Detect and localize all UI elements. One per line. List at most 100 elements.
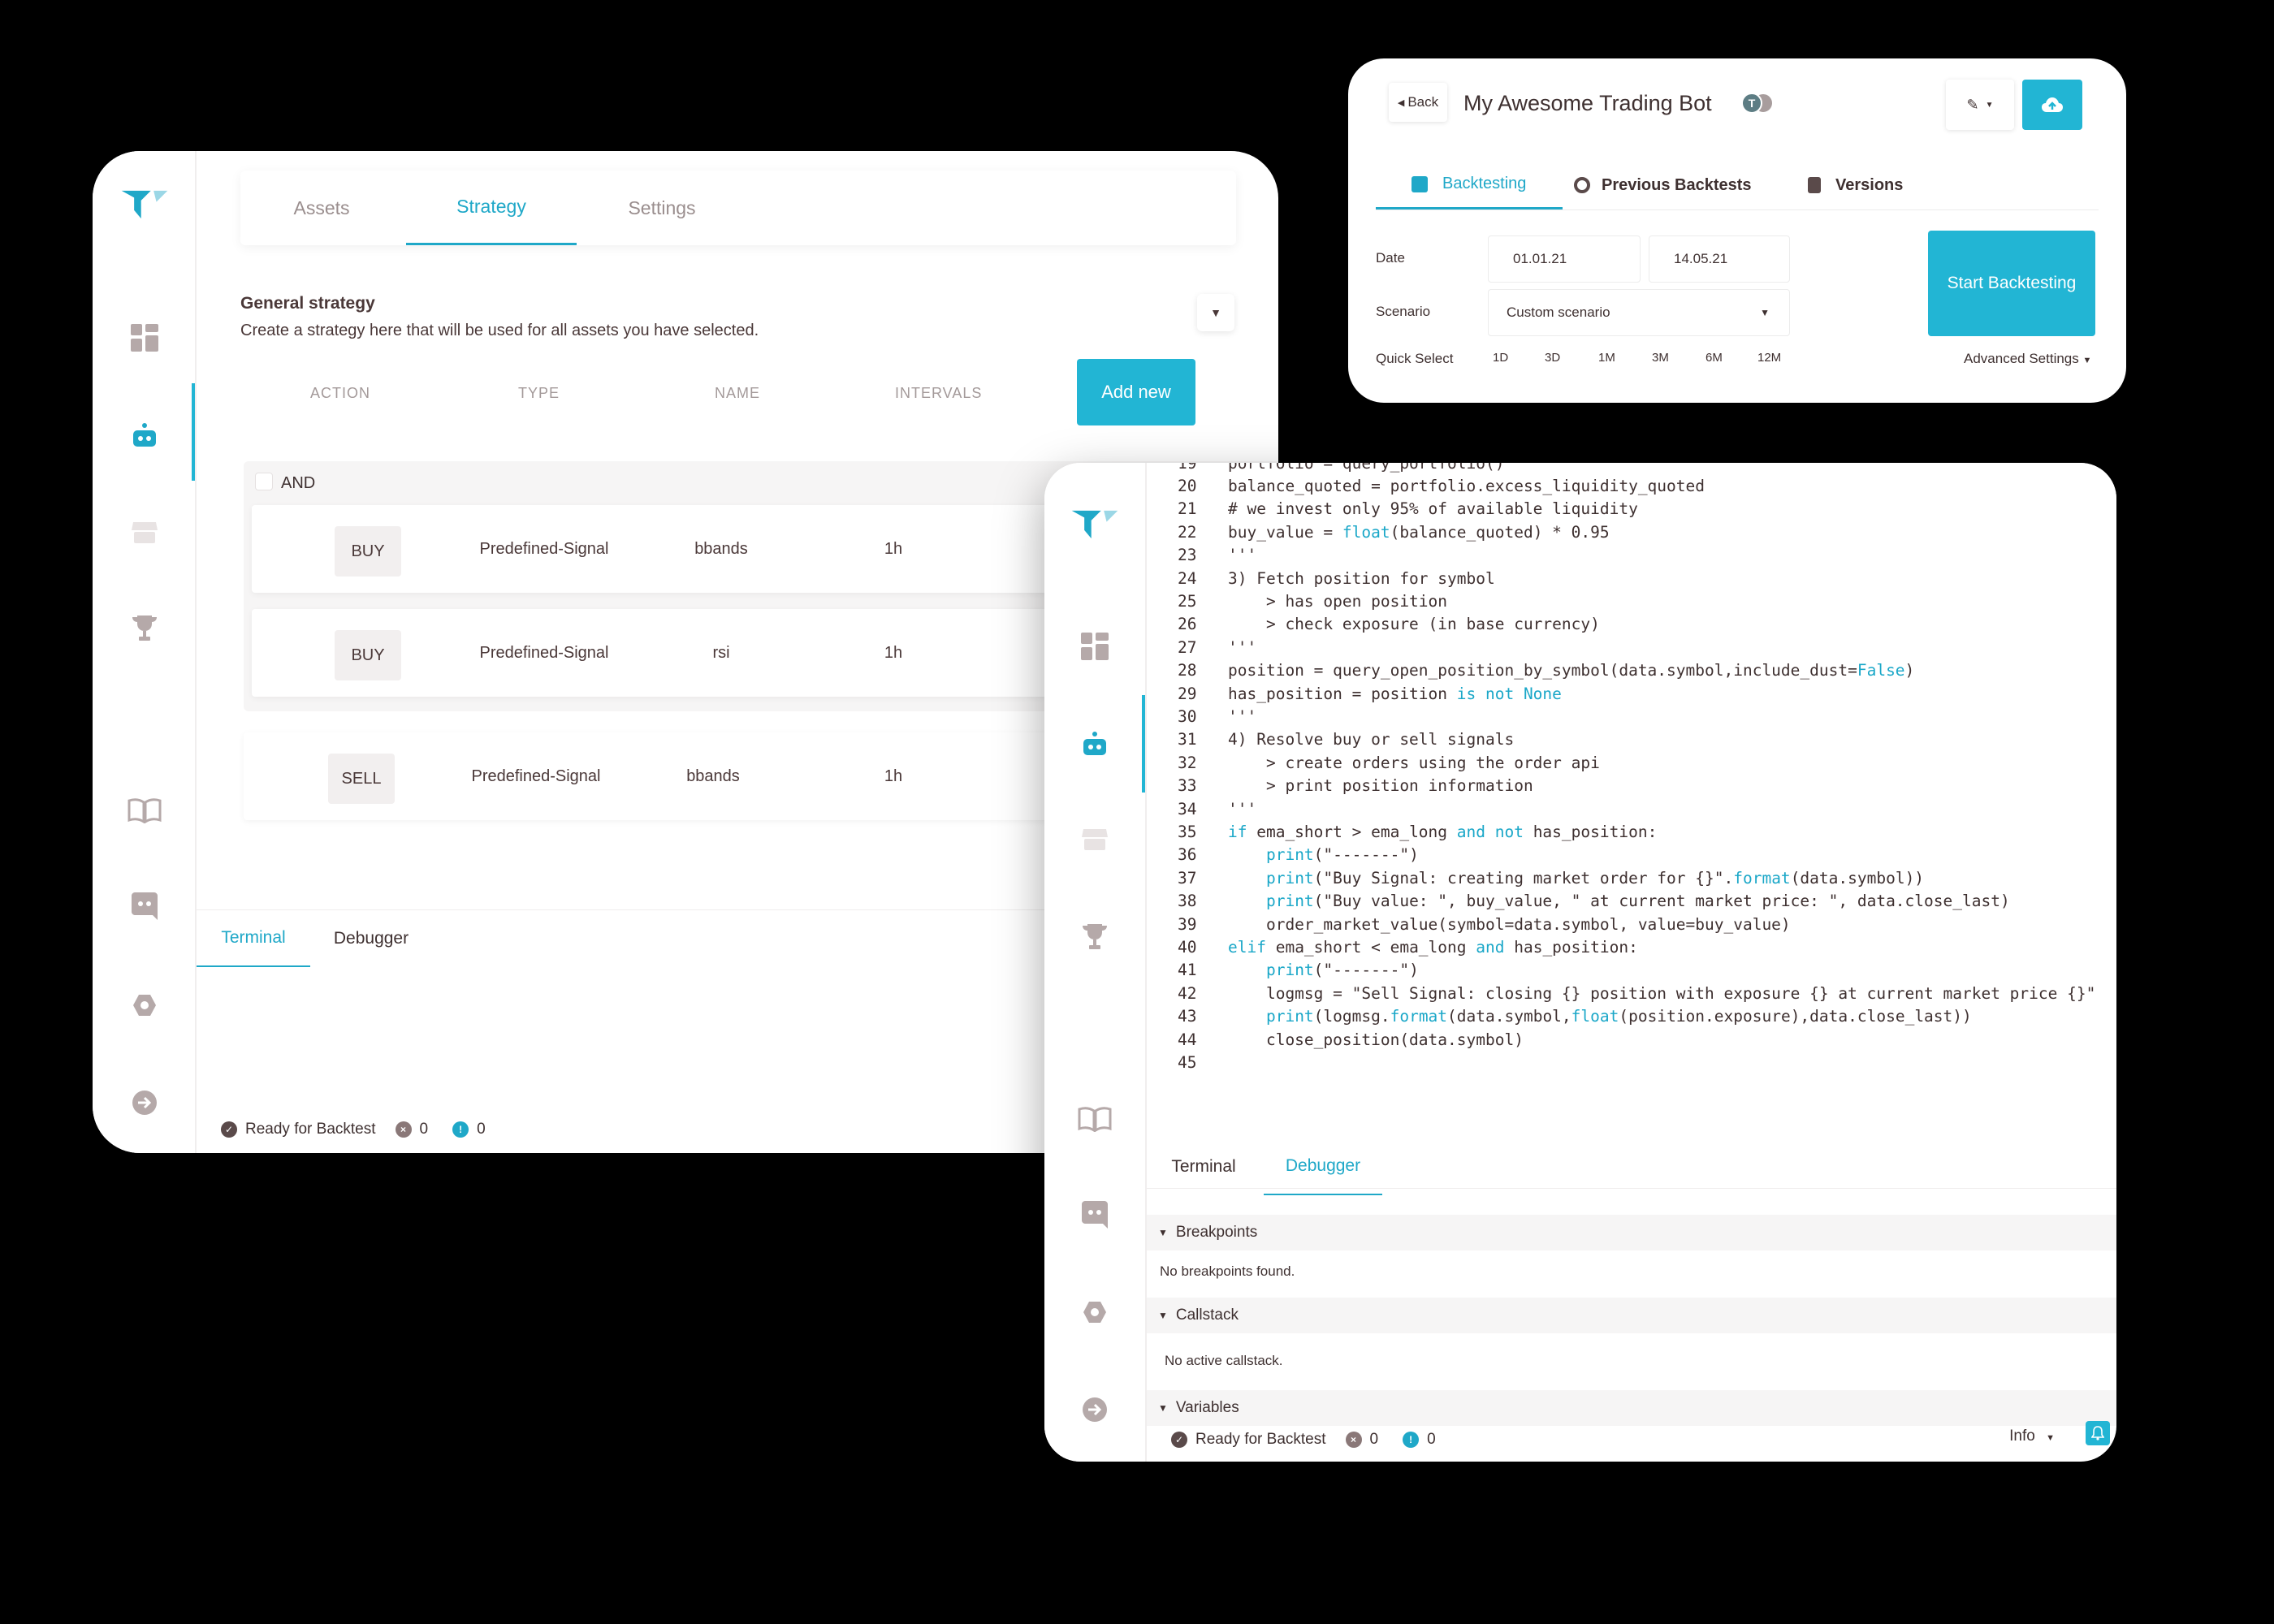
trophy-icon[interactable] bbox=[120, 604, 169, 653]
add-new-button[interactable]: Add new bbox=[1077, 359, 1195, 425]
tab-backtesting[interactable]: Backtesting bbox=[1376, 161, 1563, 209]
discord-icon[interactable] bbox=[1070, 1190, 1119, 1239]
line-number[interactable]: 28 bbox=[1147, 661, 1228, 680]
bot-icon[interactable] bbox=[120, 411, 169, 460]
log-level-select[interactable]: Info ▼ bbox=[2009, 1427, 2055, 1445]
breakpoints-section-header[interactable]: ▼ Breakpoints bbox=[1147, 1215, 2116, 1250]
line-number[interactable]: 32 bbox=[1147, 754, 1228, 772]
code-line[interactable]: 41 print("-------") bbox=[1147, 959, 1419, 982]
tab-terminal[interactable]: Terminal bbox=[1147, 1138, 1260, 1195]
code-editor[interactable]: 19 portfolio = query_portfolio() 20 balance… bbox=[1147, 463, 2116, 1088]
line-number[interactable]: 45 bbox=[1147, 1053, 1228, 1072]
code-line[interactable]: 40 elif ema_short < ema_long and has_posi… bbox=[1147, 935, 1638, 958]
code-line[interactable]: 33 > print position information bbox=[1147, 775, 1533, 797]
rule-action-button[interactable]: BUY bbox=[335, 630, 401, 680]
line-number[interactable]: 38 bbox=[1147, 892, 1228, 910]
tab-settings[interactable]: Settings bbox=[577, 171, 747, 245]
code-line[interactable]: 36 print("-------") bbox=[1147, 844, 1419, 866]
code-line[interactable]: 39 order_market_value(symbol=data.symbol… bbox=[1147, 913, 1791, 935]
line-number[interactable]: 40 bbox=[1147, 938, 1228, 957]
code-line[interactable]: 42 logmsg = "Sell Signal: closing {} pos… bbox=[1147, 982, 2095, 1004]
code-line[interactable]: 22 buy_value = float(balance_quoted) * 0.… bbox=[1147, 520, 1610, 543]
line-number[interactable]: 34 bbox=[1147, 800, 1228, 818]
scenario-select[interactable]: Custom scenario ▼ bbox=[1488, 289, 1790, 336]
code-line[interactable]: 30 ''' bbox=[1147, 705, 1256, 728]
quick-select-option[interactable]: 6M bbox=[1706, 351, 1723, 365]
rule-action-button[interactable]: SELL bbox=[328, 754, 395, 804]
line-number[interactable]: 23 bbox=[1147, 546, 1228, 564]
tab-terminal[interactable]: Terminal bbox=[197, 910, 310, 967]
code-line[interactable]: 27 ''' bbox=[1147, 636, 1256, 659]
code-line[interactable]: 20 balance_quoted = portfolio.excess_liqu… bbox=[1147, 474, 1705, 497]
date-from-field[interactable]: 01.01.21 bbox=[1488, 235, 1641, 283]
code-line[interactable]: 35 if ema_short > ema_long and not has_po… bbox=[1147, 820, 1657, 843]
bot-icon[interactable] bbox=[1070, 719, 1119, 768]
settings-hex-icon[interactable] bbox=[120, 981, 169, 1030]
line-number[interactable]: 24 bbox=[1147, 569, 1228, 588]
code-line[interactable]: 25 > has open position bbox=[1147, 590, 1447, 612]
group-checkbox[interactable] bbox=[255, 473, 273, 490]
trophy-icon[interactable] bbox=[1070, 913, 1119, 961]
code-line[interactable]: 44 close_position(data.symbol) bbox=[1147, 1028, 1524, 1051]
edit-button[interactable]: ✎ ▼ bbox=[1946, 80, 2014, 130]
code-line[interactable]: 21 # we invest only 95% of available liqu… bbox=[1147, 498, 1638, 520]
code-line[interactable]: 26 > check exposure (in base currency) bbox=[1147, 613, 1600, 636]
discord-icon[interactable] bbox=[120, 882, 169, 931]
date-to-field[interactable]: 14.05.21 bbox=[1649, 235, 1790, 283]
line-number[interactable]: 37 bbox=[1147, 869, 1228, 888]
dashboard-icon[interactable] bbox=[1070, 622, 1119, 671]
line-number[interactable]: 31 bbox=[1147, 730, 1228, 749]
code-line[interactable]: 45 bbox=[1147, 1051, 1228, 1073]
logout-icon[interactable] bbox=[1070, 1385, 1119, 1434]
tab-assets[interactable]: Assets bbox=[240, 171, 403, 245]
code-line[interactable]: 24 3) Fetch position for symbol bbox=[1147, 567, 1495, 590]
line-number[interactable]: 29 bbox=[1147, 685, 1228, 703]
line-number[interactable]: 35 bbox=[1147, 823, 1228, 841]
code-line[interactable]: 29 has_position = position is not None bbox=[1147, 682, 1562, 705]
line-number[interactable]: 30 bbox=[1147, 707, 1228, 726]
line-number[interactable]: 33 bbox=[1147, 776, 1228, 795]
code-line[interactable]: 34 ''' bbox=[1147, 797, 1256, 820]
tab-versions[interactable]: Versions bbox=[1808, 161, 1903, 209]
line-number[interactable]: 22 bbox=[1147, 523, 1228, 542]
line-number[interactable]: 43 bbox=[1147, 1007, 1228, 1026]
quick-select-option[interactable]: 3D bbox=[1545, 351, 1560, 365]
line-number[interactable]: 26 bbox=[1147, 615, 1228, 633]
code-line[interactable]: 37 print("Buy Signal: creating market or… bbox=[1147, 866, 1924, 889]
line-number[interactable]: 25 bbox=[1147, 592, 1228, 611]
store-icon[interactable] bbox=[120, 508, 169, 557]
code-line[interactable]: 19 portfolio = query_portfolio() bbox=[1147, 463, 1504, 474]
collapse-button[interactable]: ▼ bbox=[1197, 294, 1234, 331]
code-line[interactable]: 38 print("Buy value: ", buy_value, " at … bbox=[1147, 890, 2010, 913]
settings-hex-icon[interactable] bbox=[1070, 1288, 1119, 1337]
quick-select-option[interactable]: 1M bbox=[1598, 351, 1615, 365]
line-number[interactable]: 42 bbox=[1147, 984, 1228, 1003]
line-number[interactable]: 27 bbox=[1147, 638, 1228, 657]
back-button[interactable]: ◀ Back bbox=[1389, 83, 1447, 122]
docs-book-icon[interactable] bbox=[1070, 1095, 1119, 1143]
line-number[interactable]: 36 bbox=[1147, 845, 1228, 864]
code-line[interactable]: 32 > create orders using the order api bbox=[1147, 751, 1600, 774]
variables-section-header[interactable]: ▼ Variables bbox=[1147, 1390, 2116, 1426]
line-number[interactable]: 41 bbox=[1147, 961, 1228, 979]
store-icon[interactable] bbox=[1070, 815, 1119, 864]
callstack-section-header[interactable]: ▼ Callstack bbox=[1147, 1298, 2116, 1333]
tab-debugger[interactable]: Debugger bbox=[310, 910, 432, 967]
logo-icon[interactable] bbox=[1070, 500, 1119, 549]
logo-icon[interactable] bbox=[120, 180, 169, 229]
line-number[interactable]: 20 bbox=[1147, 477, 1228, 495]
start-backtesting-button[interactable]: Start Backtesting bbox=[1928, 231, 2095, 336]
logout-icon[interactable] bbox=[120, 1078, 169, 1127]
line-number[interactable]: 39 bbox=[1147, 915, 1228, 934]
notification-icon[interactable] bbox=[2086, 1421, 2110, 1445]
code-line[interactable]: 31 4) Resolve buy or sell signals bbox=[1147, 728, 1514, 751]
quick-select-option[interactable]: 1D bbox=[1493, 351, 1508, 365]
docs-book-icon[interactable] bbox=[120, 786, 169, 835]
line-number[interactable]: 44 bbox=[1147, 1030, 1228, 1049]
line-number[interactable]: 19 bbox=[1147, 463, 1228, 473]
rule-action-button[interactable]: BUY bbox=[335, 526, 401, 577]
line-number[interactable]: 21 bbox=[1147, 499, 1228, 518]
tab-previous-backtests[interactable]: Previous Backtests bbox=[1574, 161, 1752, 209]
tab-debugger[interactable]: Debugger bbox=[1264, 1138, 1382, 1195]
quick-select-option[interactable]: 3M bbox=[1652, 351, 1669, 365]
